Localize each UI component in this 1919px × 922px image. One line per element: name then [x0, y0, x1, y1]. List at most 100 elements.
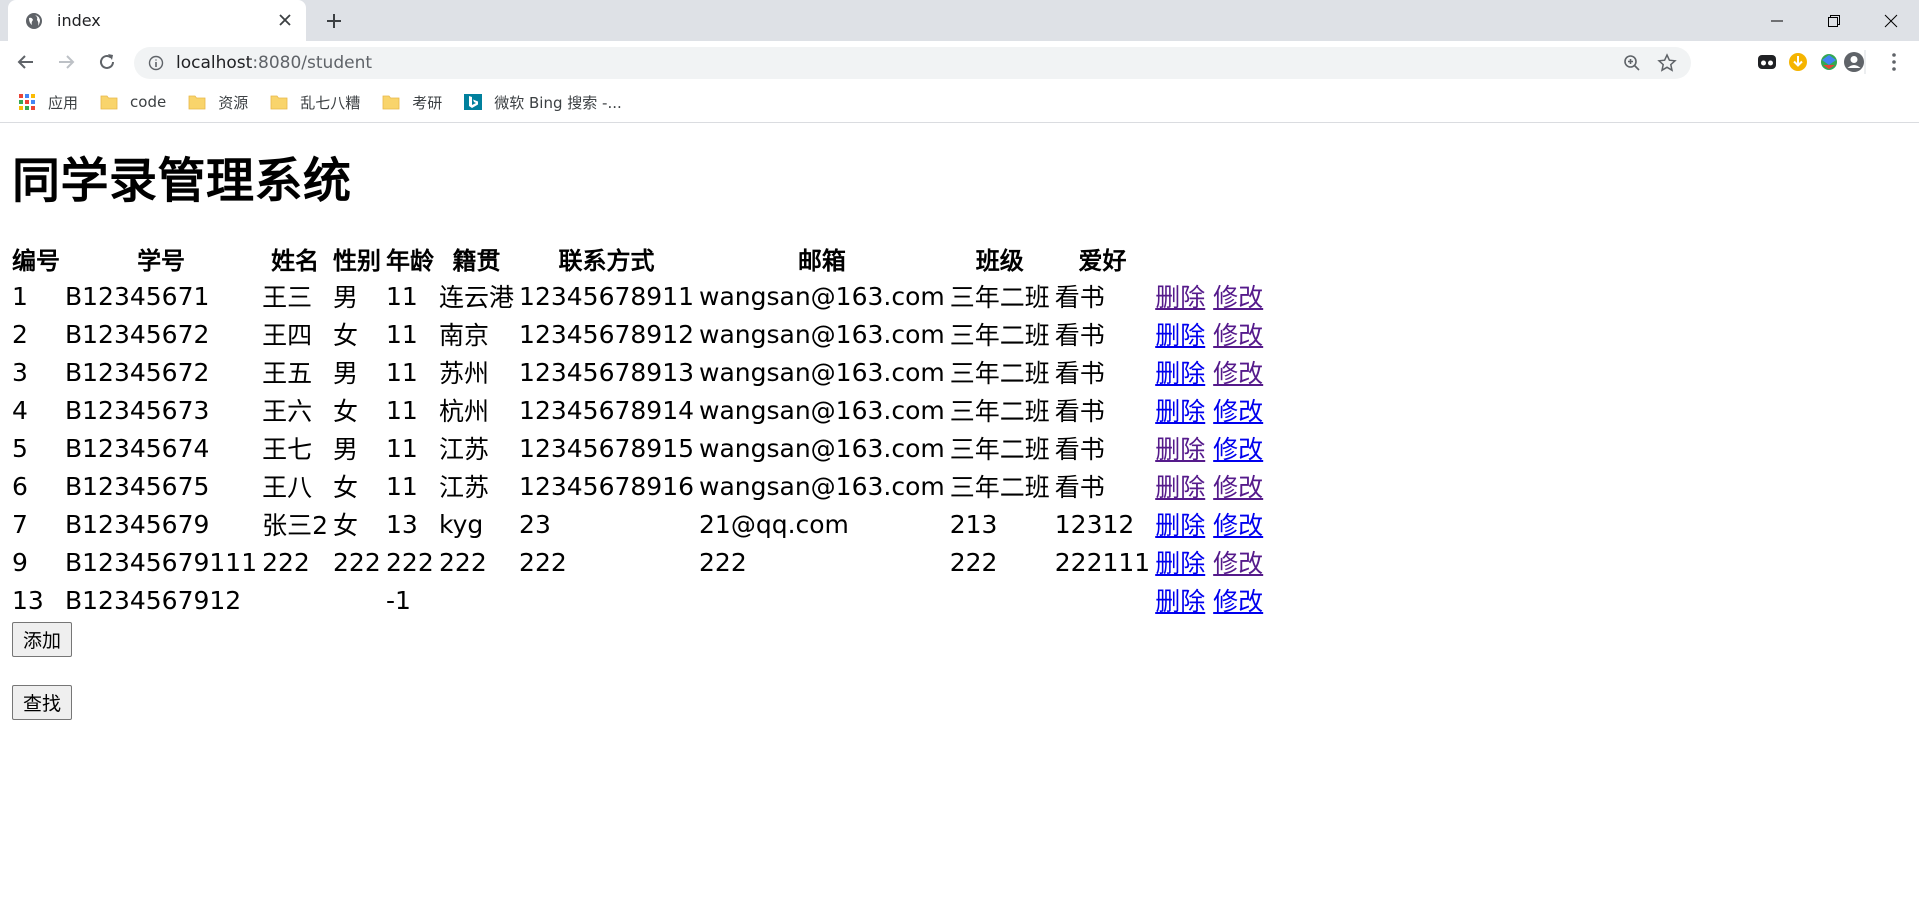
bookmark-bing[interactable]: 微软 Bing 搜索 -...	[464, 92, 622, 113]
table-row: 2 B12345672 王四女 11 南京 12345678912 wangsan@163.…	[12, 316, 1263, 352]
cell-id: 7	[12, 509, 28, 539]
extension-mask-icon[interactable]	[1756, 51, 1778, 73]
minimize-icon	[1770, 20, 1783, 21]
modify-link[interactable]: 修改	[1213, 473, 1263, 502]
browser-toolbar: localhost:8080/student	[0, 41, 1919, 82]
url-host: localhost	[176, 53, 253, 73]
cell-gender: 女	[333, 397, 359, 426]
cell-id: 5	[12, 433, 28, 463]
close-tab-icon[interactable]	[276, 11, 294, 29]
close-window-button[interactable]	[1862, 0, 1919, 41]
cell-age: 11	[386, 395, 418, 425]
delete-link[interactable]: 删除	[1155, 587, 1205, 616]
new-tab-icon[interactable]	[322, 9, 346, 33]
column-header: 性别	[333, 247, 382, 275]
cell-actions: 删除 修改	[1155, 544, 1263, 580]
menu-kebab-icon[interactable]	[1883, 51, 1905, 73]
delete-link[interactable]: 删除	[1155, 397, 1205, 426]
cell-origin: 江苏	[439, 473, 490, 502]
column-header: 姓名	[271, 247, 320, 275]
modify-link[interactable]: 修改	[1213, 359, 1263, 388]
bookmark-label: 资源	[218, 93, 249, 112]
cell-sid: B12345673	[65, 395, 210, 425]
modify-link[interactable]: 修改	[1213, 397, 1263, 426]
cell-cls: 213	[949, 509, 998, 539]
folder-icon	[270, 95, 288, 110]
delete-link[interactable]: 删除	[1155, 435, 1205, 464]
bookmark-folder-misc[interactable]: 乱七八糟	[270, 92, 360, 113]
tab-title: index	[57, 11, 101, 30]
cell-id: 13	[12, 585, 44, 615]
modify-link[interactable]: 修改	[1213, 283, 1263, 312]
modify-link[interactable]: 修改	[1213, 549, 1263, 578]
back-icon[interactable]	[15, 51, 37, 73]
cell-name	[262, 582, 328, 618]
cell-gender: 男	[333, 359, 359, 388]
cell-name: 王三	[262, 283, 313, 312]
restore-button[interactable]	[1805, 0, 1862, 41]
cell-name: 王七	[262, 435, 313, 464]
cell-id: 1	[12, 281, 28, 311]
modify-link[interactable]: 修改	[1213, 511, 1263, 540]
cell-sid: B12345675	[65, 471, 210, 501]
cell-gender: 女	[333, 511, 359, 540]
cell-id: 6	[12, 471, 28, 501]
cell-email: wangsan@163.com	[699, 433, 945, 463]
extension-globe-icon[interactable]	[1818, 51, 1840, 73]
extension-download-icon[interactable]	[1787, 51, 1809, 73]
bookmark-star-icon[interactable]	[1657, 53, 1677, 73]
delete-link[interactable]: 删除	[1155, 511, 1205, 540]
table-body: 1 B12345671 王三男 11 连云港 12345678911 wangsan@163…	[12, 278, 1263, 618]
delete-link[interactable]: 删除	[1155, 321, 1205, 350]
cell-phone: 12345678915	[519, 433, 695, 463]
cell-age: 11	[386, 471, 418, 501]
cell-phone: 23	[519, 509, 551, 539]
address-bar[interactable]: localhost:8080/student	[134, 47, 1691, 79]
url-path: :8080/student	[252, 53, 373, 73]
page-content: 同学录管理系统 编号 学号 姓名 性别 年龄 籍贯 联系方式 邮箱 班级 爱好 1 B1234567…	[0, 141, 1919, 720]
bing-icon	[464, 94, 483, 110]
cell-phone: 12345678912	[519, 319, 695, 349]
bookmark-folder-exam[interactable]: 考研	[382, 92, 442, 113]
cell-name: 王四	[262, 321, 313, 350]
forward-icon[interactable]	[55, 51, 77, 73]
add-button[interactable]: 添加	[12, 622, 73, 657]
cell-origin: kyg	[439, 509, 484, 539]
cell-sid: B1234567912	[65, 585, 242, 615]
minimize-button[interactable]	[1748, 0, 1805, 41]
cell-age: 11	[386, 319, 418, 349]
bookmark-apps[interactable]: 应用	[18, 92, 78, 113]
cell-id: 2	[12, 319, 28, 349]
column-header: 联系方式	[558, 247, 655, 275]
profile-avatar-icon[interactable]	[1843, 51, 1865, 73]
table-row: 13 B1234567912 -1 删除 修改	[12, 582, 1263, 618]
browser-tab[interactable]: index	[8, 0, 306, 41]
close-icon	[1884, 14, 1897, 27]
reload-icon[interactable]	[96, 51, 118, 73]
cell-cls: 三年二班	[949, 397, 1050, 426]
modify-link[interactable]: 修改	[1213, 321, 1263, 350]
delete-link[interactable]: 删除	[1155, 549, 1205, 578]
cell-actions: 删除 修改	[1155, 506, 1263, 542]
delete-link[interactable]: 删除	[1155, 283, 1205, 312]
zoom-icon[interactable]	[1623, 54, 1641, 72]
table-row: 7 B12345679 张三2 女 13 kyg 23 21@qq.com 213 12312 删除…	[12, 506, 1263, 542]
cell-hobby: 12312	[1054, 509, 1135, 539]
cell-actions: 删除 修改	[1155, 468, 1263, 504]
delete-link[interactable]: 删除	[1155, 359, 1205, 388]
site-info-icon[interactable]	[148, 55, 164, 71]
cell-age: 11	[386, 281, 418, 311]
cell-age: 222	[386, 547, 434, 577]
bookmark-folder-resources[interactable]: 资源	[188, 92, 248, 113]
search-button[interactable]: 查找	[12, 685, 73, 720]
delete-link[interactable]: 删除	[1155, 473, 1205, 502]
column-header-actions	[1155, 241, 1263, 276]
bookmark-folder-code[interactable]: code	[100, 93, 166, 111]
modify-link[interactable]: 修改	[1213, 587, 1263, 616]
cell-email: 21@qq.com	[699, 509, 849, 539]
cell-origin: 江苏	[439, 435, 490, 464]
modify-link[interactable]: 修改	[1213, 435, 1263, 464]
cell-hobby: 看书	[1054, 435, 1105, 464]
table-row: 4 B12345673 王六女 11 杭州 12345678914 wangsan@163.…	[12, 392, 1263, 428]
bookmark-label: 应用	[48, 93, 79, 112]
